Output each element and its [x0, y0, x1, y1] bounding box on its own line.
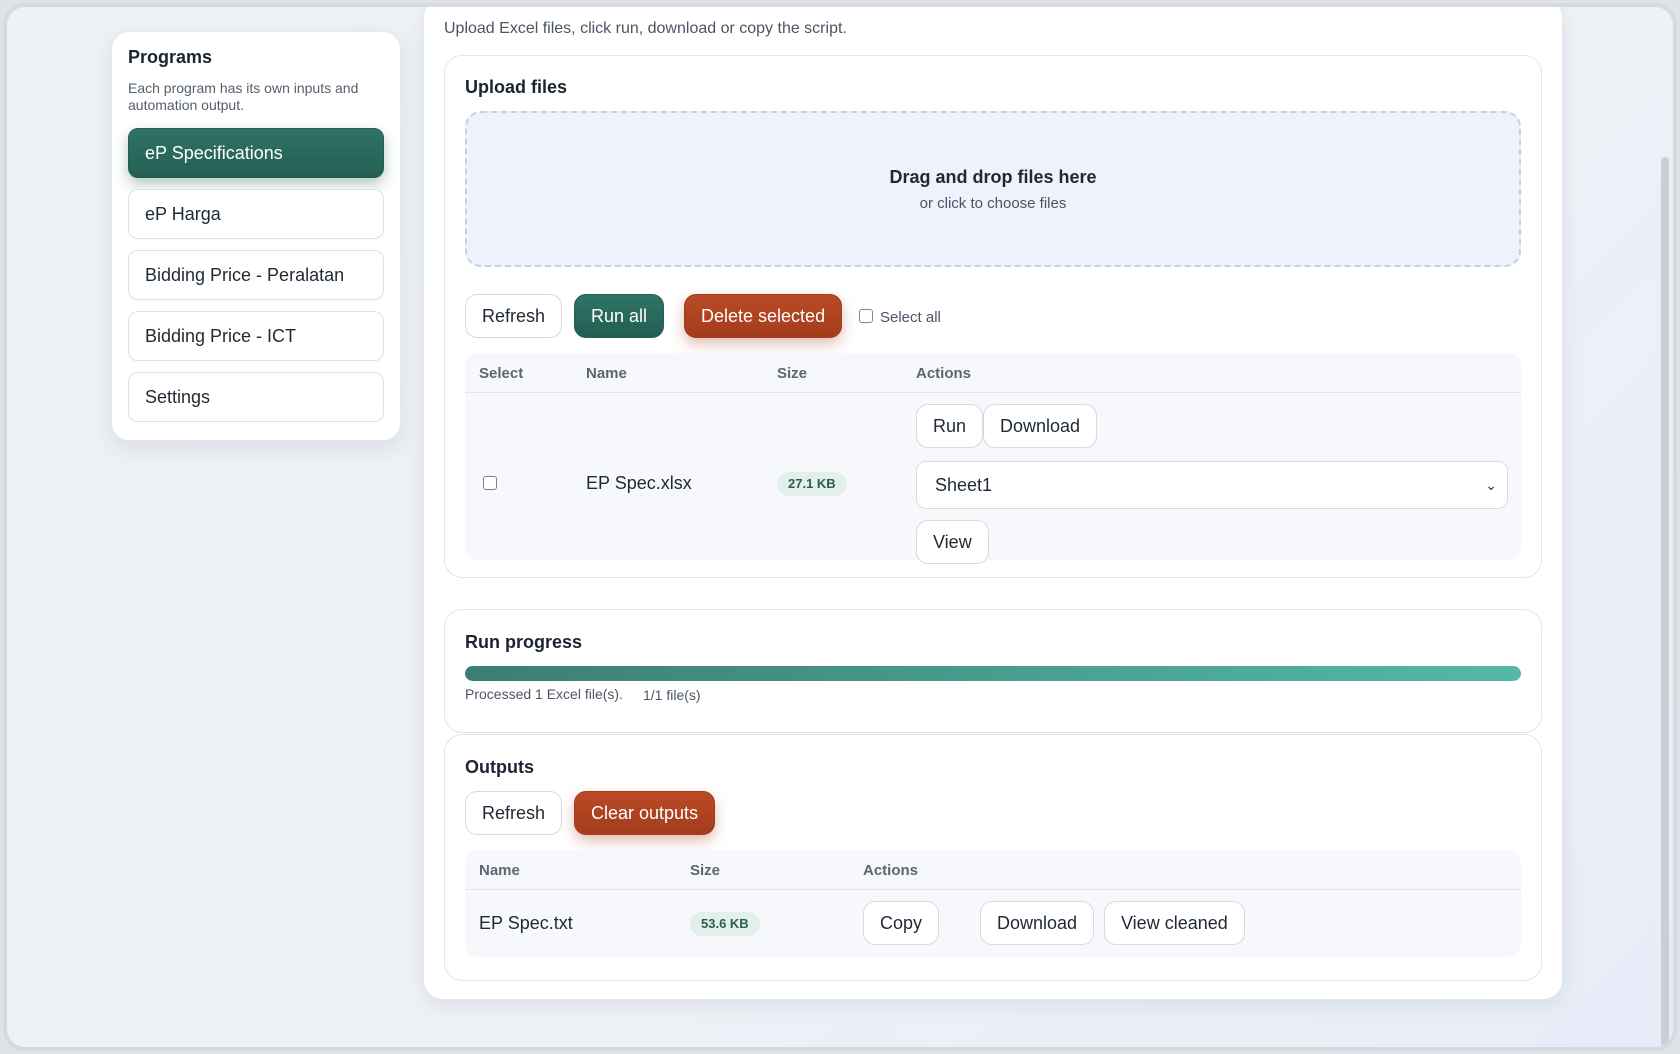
- sidebar-item-bidding-price-peralatan[interactable]: Bidding Price - Peralatan: [128, 250, 384, 300]
- select-all-checkbox[interactable]: [859, 309, 873, 323]
- col-actions: Actions: [916, 365, 972, 382]
- programs-sidebar: Programs Each program has its own inputs…: [111, 31, 401, 441]
- outputs-table: Name Size Actions EP Spec.txt 53.6 KB Co…: [465, 850, 1521, 957]
- row-view-button[interactable]: View: [916, 520, 989, 564]
- output-file-name: EP Spec.txt: [479, 913, 573, 933]
- app-window: Programs Each program has its own inputs…: [3, 3, 1677, 1051]
- refresh-files-button[interactable]: Refresh: [465, 294, 563, 338]
- file-size-badge: 27.1 KB: [777, 472, 847, 496]
- col-size: Size: [777, 365, 808, 382]
- dropzone-title: Drag and drop files here: [889, 167, 1097, 187]
- progress-bar-fill: [465, 666, 1521, 681]
- sidebar-description: Each program has its own inputs and auto…: [128, 80, 359, 113]
- chevron-down-icon: ⌄: [1485, 477, 1497, 493]
- outputs-header-divider: [465, 889, 1521, 890]
- row-select-checkbox[interactable]: [483, 476, 497, 490]
- sidebar-item-ep-harga[interactable]: eP Harga: [128, 189, 384, 239]
- page-scrollbar[interactable]: [1661, 157, 1669, 1047]
- table-header-divider: [465, 392, 1521, 393]
- out-col-size: Size: [690, 862, 721, 879]
- progress-status: Processed 1 Excel file(s).: [465, 686, 623, 702]
- run-all-button[interactable]: Run all: [574, 294, 665, 338]
- run-progress-title: Run progress: [465, 632, 583, 652]
- sidebar-item-bidding-price-ict[interactable]: Bidding Price - ICT: [128, 311, 384, 361]
- files-table: Select Name Size Actions EP Spec.xlsx 27…: [465, 353, 1521, 564]
- output-view-cleaned-button[interactable]: View cleaned: [1104, 901, 1245, 945]
- file-dropzone[interactable]: Drag and drop files here or click to cho…: [465, 111, 1521, 267]
- output-download-button[interactable]: Download: [980, 901, 1095, 945]
- sheet-select-value: Sheet1: [935, 475, 993, 495]
- sidebar-item-settings[interactable]: Settings: [128, 372, 384, 422]
- upload-card: Upload files Drag and drop files here or…: [444, 55, 1542, 578]
- delete-selected-button[interactable]: Delete selected: [684, 294, 843, 338]
- clear-outputs-button[interactable]: Clear outputs: [574, 791, 716, 835]
- output-size-badge: 53.6 KB: [690, 912, 760, 936]
- file-name: EP Spec.xlsx: [586, 473, 692, 493]
- sheet-select[interactable]: Sheet1 ⌄: [916, 461, 1508, 509]
- out-col-name: Name: [479, 862, 520, 879]
- dropzone-subtitle: or click to choose files: [919, 195, 1067, 212]
- progress-count: 1/1 file(s): [643, 687, 701, 703]
- select-all-label: Select all: [880, 309, 941, 326]
- sidebar-item-ep-specifications[interactable]: eP Specifications: [128, 128, 384, 178]
- row-download-button[interactable]: Download: [983, 404, 1098, 448]
- main-panel: Upload Excel files, click run, download …: [423, 7, 1563, 1000]
- col-select: Select: [479, 365, 524, 382]
- progress-bar: [465, 666, 1521, 681]
- refresh-outputs-button[interactable]: Refresh: [465, 791, 563, 835]
- upload-title: Upload files: [465, 77, 568, 97]
- outputs-title: Outputs: [465, 757, 534, 777]
- sidebar-title: Programs: [128, 47, 213, 67]
- output-copy-button[interactable]: Copy: [863, 901, 940, 945]
- page-subtitle: Upload Excel files, click run, download …: [444, 20, 847, 37]
- out-col-actions: Actions: [863, 862, 919, 879]
- col-name: Name: [586, 365, 627, 382]
- run-progress-card: Run progress Processed 1 Excel file(s). …: [444, 609, 1542, 733]
- outputs-card: Outputs Refresh Clear outputs Name Size …: [444, 734, 1542, 981]
- row-run-button[interactable]: Run: [916, 404, 984, 448]
